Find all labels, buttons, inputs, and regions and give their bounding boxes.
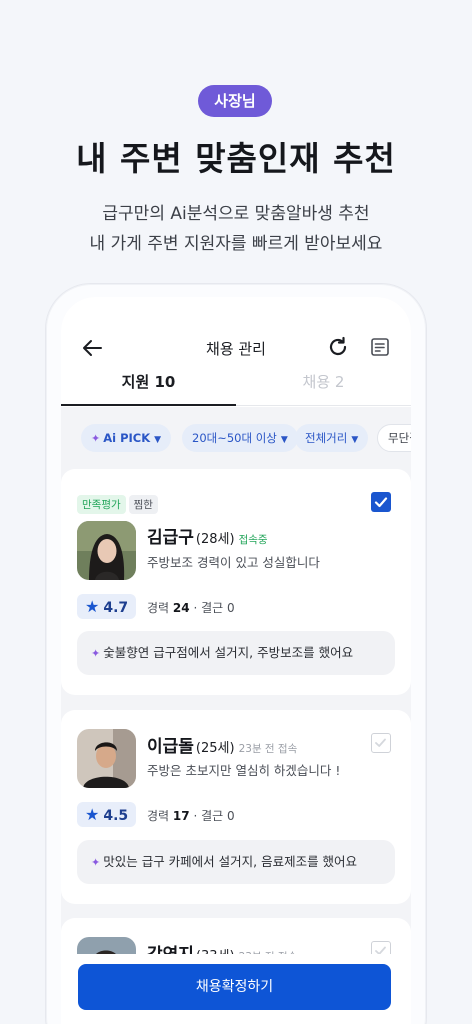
career-label: 경력 [147, 601, 170, 615]
rating-value: 4.7 [103, 600, 129, 616]
tag-row: 만족평가 찜한 [77, 493, 161, 514]
ai-summary: ✦ 맛있는 급구 카페에서 설거지, 음료제조를 했어요 [77, 840, 395, 884]
filter-label: 20대~50대 이상 [192, 431, 277, 445]
applicant-name-line: 김급구 (28세) 접속중 [147, 523, 268, 548]
chevron-down-icon: ▼ [280, 435, 288, 445]
career-summary: 경력 24 · 결근 0 [147, 599, 235, 616]
screen-title: 채용 관리 [206, 340, 266, 358]
sparkle-icon: ✦ [91, 647, 101, 660]
chevron-down-icon: ▼ [351, 435, 359, 445]
filter-label: 무단결 [388, 431, 411, 445]
applicant-intro: 주방은 초보지만 열심히 하겠습니다 ! [147, 763, 341, 778]
applicant-card[interactable]: 이급돌 (25세) 23분 전 접속 주방은 초보지만 열심히 하겠습니다 ! ★ 4… [61, 710, 411, 904]
rating-value: 4.5 [103, 808, 129, 824]
ai-summary: ✦ 숯불향연 급구점에서 설거지, 주방보조를 했어요 [77, 631, 395, 675]
filter-bar: ✦Ai PICK▼ 20대~50대 이상▼ 전체거리▼ 무단결 [81, 424, 411, 454]
last-seen: 23분 전 접속 [238, 743, 298, 755]
select-checkbox[interactable] [371, 492, 391, 512]
applicant-age: (25세) [195, 741, 235, 756]
star-icon: ★ [85, 805, 100, 824]
tab-applied[interactable]: 지원 10 [61, 371, 236, 392]
career-value: 17 [172, 809, 190, 823]
memo-icon[interactable] [370, 337, 390, 357]
applicant-name-line: 이급돌 (25세) 23분 전 접속 [147, 732, 297, 757]
absence-value: 0 [227, 601, 235, 615]
avatar [77, 521, 136, 580]
confirm-hire-button[interactable]: 채용확정하기 [78, 964, 391, 1010]
avatar [77, 729, 136, 788]
applicant-intro: 주방보조 경력이 있고 성실합니다 [147, 555, 320, 570]
filter-age[interactable]: 20대~50대 이상 ▼ [182, 424, 298, 452]
career-summary: 경력 17 · 결근 0 [147, 807, 235, 824]
filter-absence[interactable]: 무단결 [377, 424, 411, 452]
ai-summary-text: 숯불향연 급구점에서 설거지, 주방보조를 했어요 [103, 645, 354, 660]
rating-badge: ★ 4.5 [77, 802, 136, 827]
refresh-icon[interactable] [327, 336, 349, 358]
absence-label: · 결근 [193, 601, 224, 615]
applicant-name: 이급돌 [147, 737, 194, 757]
bottom-action-bar: 채용확정하기 [61, 954, 411, 1024]
select-checkbox[interactable] [371, 733, 391, 753]
filter-label: 전체거리 [305, 431, 348, 445]
applicant-name: 김급구 [147, 528, 194, 548]
promo-subtitle-line2: 내 가게 주변 지원자를 빠르게 받아보세요 [89, 234, 383, 254]
filter-distance[interactable]: 전체거리 ▼ [295, 424, 369, 452]
promo-badge: 사장님 [198, 85, 272, 117]
checkmark-icon [375, 738, 386, 747]
filter-label: Ai PICK [103, 431, 151, 445]
app-header: 채용 관리 지원 10 채용 2 [61, 297, 411, 407]
chevron-down-icon: ▼ [154, 435, 162, 445]
star-icon: ★ [85, 597, 100, 616]
filter-ai-pick[interactable]: ✦ Ai PICK ▼ [81, 424, 172, 452]
tab-hired[interactable]: 채용 2 [236, 371, 411, 392]
online-status: 접속중 [238, 534, 268, 546]
promo-title: 내 주변 맞춤인재 추천 [76, 139, 396, 178]
applicant-card[interactable]: 만족평가 찜한 김급구 (28세) 접속중 주방보조 경력이 있고 성실합니다 ★ 4.… [61, 469, 411, 695]
sparkle-icon: ✦ [91, 856, 101, 869]
applicant-age: (28세) [195, 532, 235, 547]
app-screen: 채용 관리 지원 10 채용 2 ✦ Ai PICK ▼ 20대~50대 이상 ▼ 전… [61, 297, 411, 1024]
ai-summary-text: 맛있는 급구 카페에서 설거지, 음료제조를 했어요 [103, 854, 358, 869]
sparkle-icon: ✦ [91, 432, 101, 445]
tag-satisfaction: 만족평가 [77, 495, 126, 514]
promo-subtitle-line1: 급구만의 Ai분석으로 맞춤알바생 추천 [102, 204, 370, 224]
career-value: 24 [172, 601, 190, 615]
checkmark-icon [374, 497, 388, 508]
tag-favorite: 찜한 [128, 495, 158, 514]
absence-label: · 결근 [193, 809, 224, 823]
career-label: 경력 [147, 809, 170, 823]
active-tab-indicator [61, 404, 236, 406]
absence-value: 0 [227, 809, 235, 823]
rating-badge: ★ 4.7 [77, 594, 136, 619]
